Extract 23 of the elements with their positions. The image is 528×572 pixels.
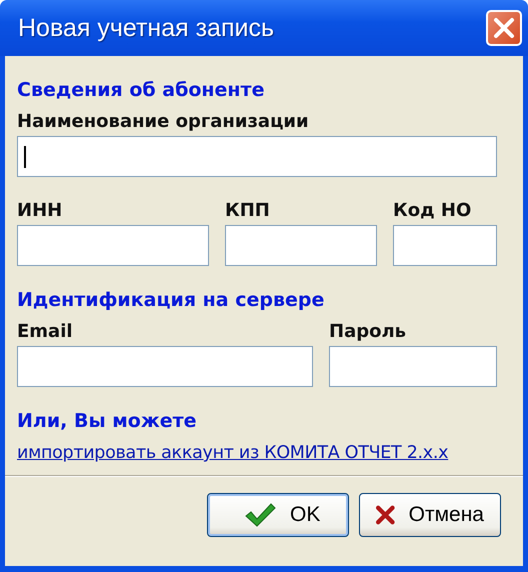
import-link[interactable]: импортировать аккаунт из КОМИТА ОТЧЕТ 2.х.х (17, 443, 448, 463)
section-heading: Сведения об абоненте (17, 78, 266, 102)
field-label: Email (17, 321, 73, 342)
window-title: Новая учетная запись (18, 14, 274, 42)
input-field[interactable] (329, 346, 497, 387)
field-label: Пароль (329, 321, 406, 342)
check-icon (244, 502, 276, 528)
input-field[interactable] (17, 346, 313, 387)
field-label: КПП (225, 200, 270, 221)
close-icon (493, 17, 515, 39)
input-field[interactable] (17, 136, 497, 177)
close-button[interactable] (486, 10, 522, 46)
input-field[interactable] (225, 225, 377, 266)
field-label: Наименование организации (17, 111, 309, 132)
field-label: ИНН (17, 200, 62, 221)
section-heading: Или, Вы можете (17, 409, 198, 433)
input-field[interactable] (393, 225, 497, 266)
text-cursor (24, 146, 26, 168)
field-label: Код НО (393, 200, 472, 221)
input-field[interactable] (17, 225, 209, 266)
ok-button[interactable]: OK (207, 493, 349, 537)
cancel-button[interactable]: Отмена (359, 493, 501, 537)
section-heading: Идентификация на сервере (17, 288, 326, 312)
